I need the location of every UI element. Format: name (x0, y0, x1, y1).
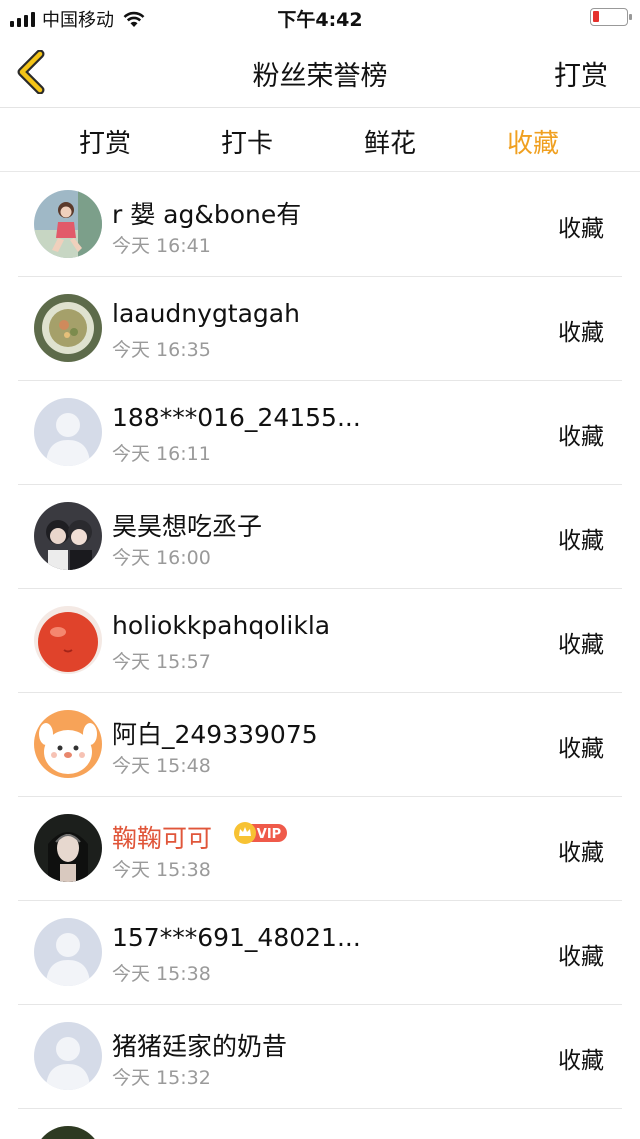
avatar (34, 1126, 102, 1139)
user-name: 157***691_48021... (112, 923, 361, 952)
list-item[interactable]: 鞠鞠可可 VIP 今天 15:38 收藏 (0, 797, 640, 901)
vip-badge: VIP (233, 821, 289, 845)
timestamp: 今天 15:48 (112, 755, 211, 777)
avatar (34, 710, 102, 778)
action-label: 收藏 (558, 1048, 604, 1074)
list-item[interactable]: 188***016_24155... 今天 16:11 收藏 (0, 381, 640, 485)
avatar (34, 190, 102, 258)
action-label: 收藏 (558, 528, 604, 554)
user-name: laaudnygtagah (112, 299, 300, 328)
vip-label: VIP (257, 827, 281, 842)
avatar (34, 502, 102, 570)
timestamp: 今天 16:35 (112, 339, 211, 361)
tab-flowers[interactable]: 鲜花 (335, 123, 445, 160)
tab-bar: 打赏 打卡 鲜花 收藏 (0, 108, 640, 172)
user-name: 昊昊想吃丞子 (112, 512, 263, 541)
list-item[interactable]: holiokkpahqolikla 今天 15:57 收藏 (0, 589, 640, 693)
list-item[interactable]: laaudnygtagah 今天 16:35 收藏 (0, 277, 640, 381)
avatar (34, 294, 102, 362)
battery-icon (590, 8, 632, 26)
nav-bar: 粉丝荣誉榜 打赏 (0, 34, 640, 108)
timestamp: 今天 16:11 (112, 443, 211, 465)
timestamp: 今天 15:32 (112, 1067, 211, 1089)
user-name: 阿白_249339075 (112, 720, 318, 749)
avatar (34, 606, 102, 674)
user-name: 188***016_24155... (112, 403, 361, 432)
timestamp: 今天 16:41 (112, 235, 211, 257)
action-label: 收藏 (558, 216, 604, 242)
avatar (34, 814, 102, 882)
list-item[interactable]: 阿白_249339075 今天 15:48 收藏 (0, 693, 640, 797)
fan-list: r 嫢 ag&bone有 今天 16:41 收藏 laaudnygtagah 今… (0, 173, 640, 1139)
user-name: holiokkpahqolikla (112, 611, 331, 640)
list-item-partial (0, 1109, 640, 1139)
status-bar: 中国移动 下午4:42 (0, 0, 640, 34)
action-label: 收藏 (558, 944, 604, 970)
clock: 下午4:42 (277, 9, 363, 31)
reward-button[interactable]: 打赏 (554, 54, 608, 93)
timestamp: 今天 15:38 (112, 963, 211, 985)
user-name: r 嫢 ag&bone有 (112, 200, 302, 229)
timestamp: 今天 15:38 (112, 859, 211, 881)
default-avatar-icon (34, 918, 102, 986)
list-item[interactable]: 昊昊想吃丞子 今天 16:00 收藏 (0, 485, 640, 589)
action-label: 收藏 (558, 736, 604, 762)
list-item[interactable]: 157***691_48021... 今天 15:38 收藏 (0, 901, 640, 1005)
page-title: 粉丝荣誉榜 (252, 61, 388, 92)
action-label: 收藏 (558, 840, 604, 866)
list-item[interactable]: r 嫢 ag&bone有 今天 16:41 收藏 (0, 173, 640, 277)
tab-checkin[interactable]: 打卡 (192, 123, 302, 160)
timestamp: 今天 16:00 (112, 547, 211, 569)
tab-favorites[interactable]: 收藏 (478, 123, 588, 160)
default-avatar-icon (34, 398, 102, 466)
action-label: 收藏 (558, 320, 604, 346)
user-name: 鞠鞠可可 (112, 824, 213, 853)
list-item[interactable]: 猪猪廷家的奶昔 今天 15:32 收藏 (0, 1005, 640, 1109)
action-label: 收藏 (558, 424, 604, 450)
action-label: 收藏 (558, 632, 604, 658)
tab-reward[interactable]: 打赏 (50, 123, 160, 160)
default-avatar-icon (34, 1022, 102, 1090)
user-name: 猪猪廷家的奶昔 (112, 1032, 288, 1061)
timestamp: 今天 15:57 (112, 651, 211, 673)
